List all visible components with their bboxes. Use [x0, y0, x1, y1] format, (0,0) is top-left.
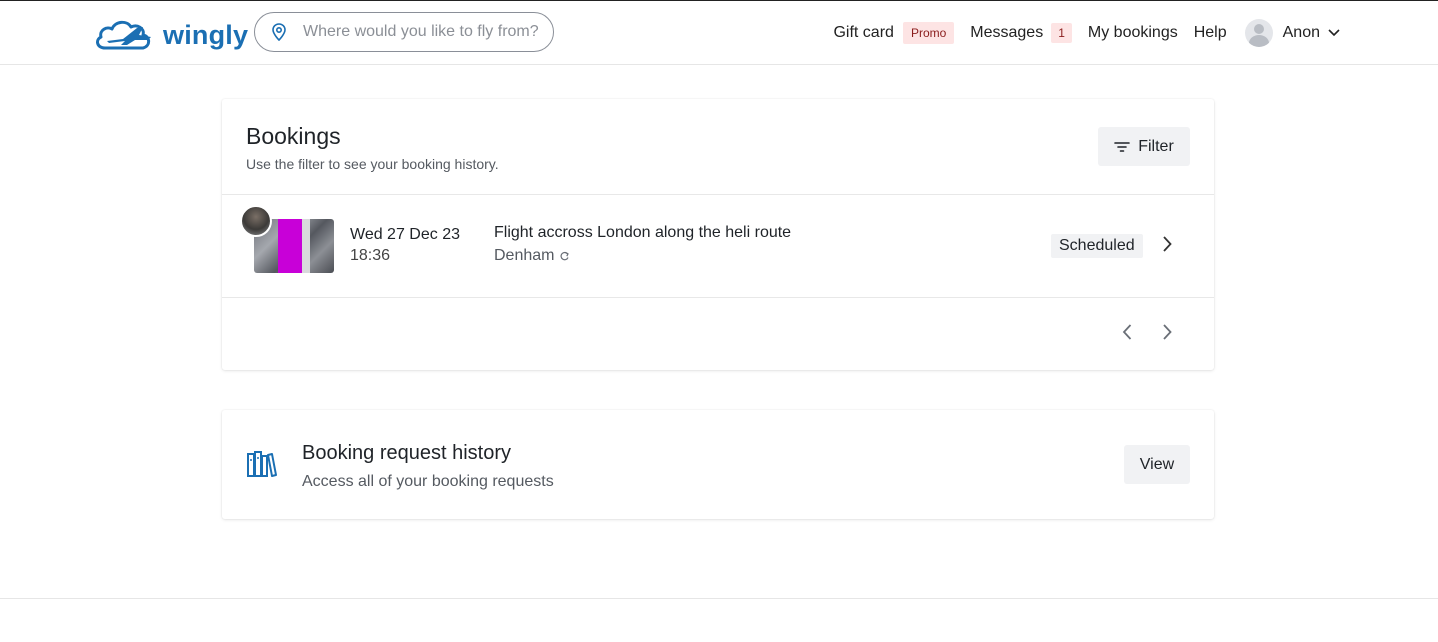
departure-search[interactable] [254, 12, 554, 52]
pilot-avatar [240, 205, 272, 237]
user-menu-name[interactable]: Anon [1283, 24, 1320, 42]
booking-place: Denham [494, 247, 570, 265]
booking-place-label: Denham [494, 247, 555, 264]
history-title: Booking request history [302, 442, 512, 464]
filter-icon [1114, 141, 1131, 153]
bookings-card-header: Bookings Use the filter to see your book… [222, 99, 1214, 195]
departure-search-input[interactable] [303, 23, 543, 41]
wingly-logo[interactable]: wingly [93, 14, 248, 57]
messages-link[interactable]: Messages [970, 24, 1043, 42]
header-nav: Gift card Promo Messages 1 My bookings H… [833, 1, 1340, 65]
previous-page-icon[interactable] [1122, 324, 1132, 340]
book-shelf-icon [246, 450, 278, 478]
cloud-plane-icon [93, 14, 157, 57]
help-link[interactable]: Help [1194, 24, 1227, 42]
location-pin-icon [271, 23, 287, 41]
round-trip-icon [559, 251, 570, 262]
history-subtitle: Access all of your booking requests [302, 473, 554, 490]
booking-date: Wed 27 Dec 23 [350, 226, 460, 243]
bookings-title: Bookings [246, 123, 341, 149]
messages-count-badge: 1 [1051, 23, 1072, 43]
logo-text: wingly [163, 20, 249, 50]
my-bookings-link[interactable]: My bookings [1088, 24, 1178, 42]
view-button[interactable]: View [1124, 445, 1190, 484]
status-badge: Scheduled [1051, 234, 1143, 258]
footer-divider [0, 598, 1438, 599]
booking-history-card: Booking request history Access all of yo… [222, 410, 1214, 519]
booking-row[interactable]: Wed 27 Dec 23 18:36 Flight accross Londo… [222, 195, 1214, 298]
promo-badge: Promo [902, 22, 955, 44]
booking-time: 18:36 [350, 247, 391, 264]
top-navbar: wingly Gift card Promo Messages 1 My boo… [0, 1, 1438, 65]
booking-flight-title: Flight accross London along the heli rou… [494, 224, 792, 241]
chevron-right-icon[interactable] [1162, 236, 1172, 252]
user-avatar[interactable] [1244, 19, 1273, 47]
pagination [222, 298, 1214, 369]
next-page-icon[interactable] [1162, 324, 1172, 340]
filter-label: Filter [1138, 137, 1174, 155]
chevron-down-icon[interactable] [1328, 29, 1340, 37]
filter-button[interactable]: Filter [1098, 127, 1190, 166]
gift-card-link[interactable]: Gift card [833, 24, 893, 42]
bookings-subtitle: Use the filter to see your booking histo… [246, 156, 499, 172]
bookings-card: Bookings Use the filter to see your book… [222, 99, 1214, 370]
